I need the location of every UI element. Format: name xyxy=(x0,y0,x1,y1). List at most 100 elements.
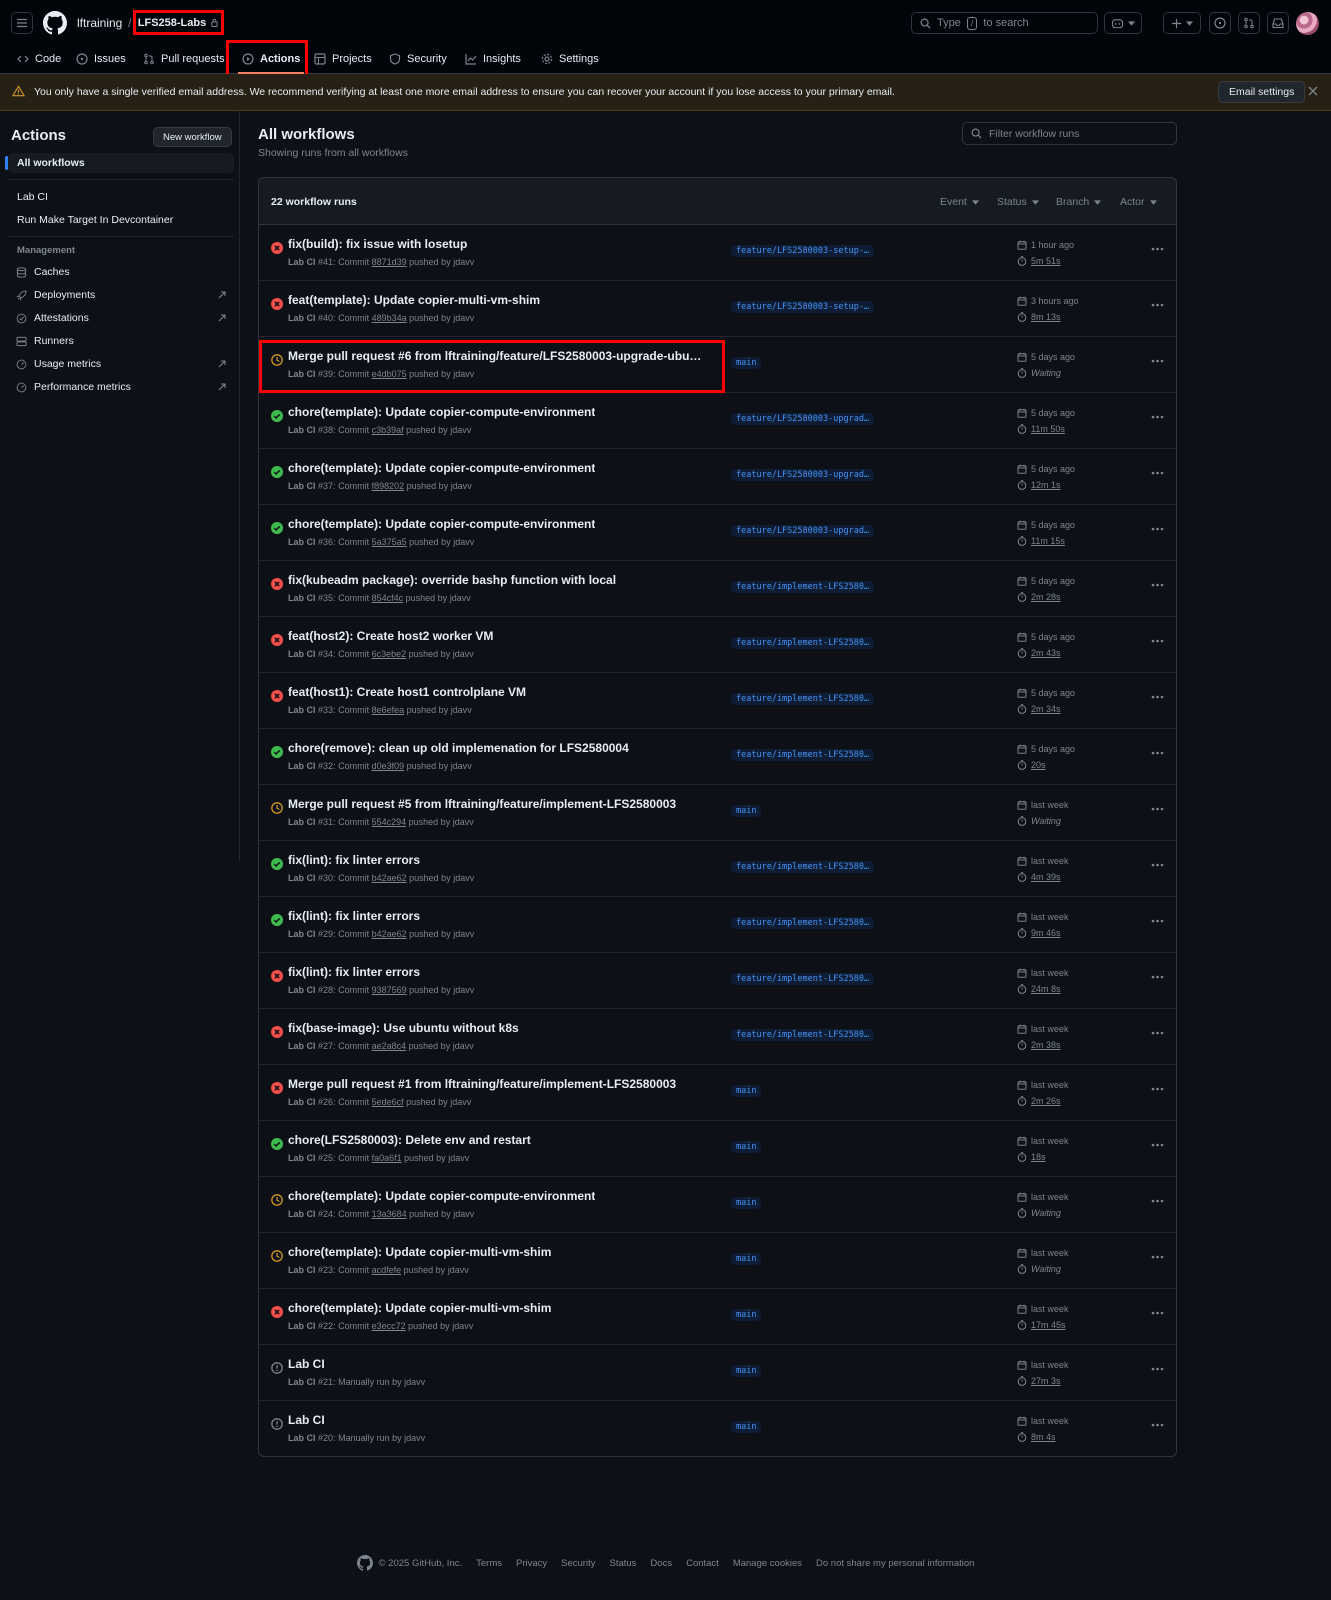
branch-label[interactable]: main xyxy=(731,1197,762,1209)
run-title-link[interactable]: chore(remove): clean up old implemenatio… xyxy=(288,741,629,755)
user-avatar[interactable] xyxy=(1296,12,1319,35)
table-row[interactable]: Merge pull request #1 from lftraining/fe… xyxy=(259,1065,1176,1121)
kebab-horizontal-icon[interactable] xyxy=(1151,1143,1164,1147)
tab-pull-requests[interactable]: Pull requests xyxy=(143,45,225,73)
branch-label[interactable]: feature/implement-LFS2580… xyxy=(731,973,875,985)
footer-link-privacy[interactable]: Privacy xyxy=(516,1558,547,1569)
run-title-link[interactable]: fix(build): fix issue with losetup xyxy=(288,237,467,251)
inbox-button[interactable] xyxy=(1267,12,1289,34)
sidebar-item-run-make-target[interactable]: Run Make Target In Devcontainer xyxy=(8,210,234,230)
branch-label[interactable]: feature/implement-LFS2580… xyxy=(731,581,875,593)
branch-label[interactable]: main xyxy=(731,1141,762,1153)
table-row[interactable]: chore(template): Update copier-multi-vm-… xyxy=(259,1289,1176,1345)
pull-requests-button[interactable] xyxy=(1238,12,1260,34)
run-title-link[interactable]: fix(lint): fix linter errors xyxy=(288,853,420,867)
run-title-link[interactable]: chore(template): Update copier-compute-e… xyxy=(288,517,595,531)
branch-label[interactable]: main xyxy=(731,1253,762,1265)
tab-issues[interactable]: Issues xyxy=(76,45,126,73)
sidebar-item-deployments[interactable]: Deployments xyxy=(16,286,226,304)
sidebar-item-all-workflows[interactable]: All workflows xyxy=(5,153,234,173)
sidebar-item-caches[interactable]: Caches xyxy=(16,263,226,281)
branch-label[interactable]: feature/implement-LFS2580… xyxy=(731,693,875,705)
footer-link-contact[interactable]: Contact xyxy=(686,1558,719,1569)
commit-sha-link[interactable]: 8e6efea xyxy=(372,705,405,715)
branch-label[interactable]: feature/LFS2580003-upgrad… xyxy=(731,469,875,481)
run-title-link[interactable]: fix(base-image): Use ubuntu without k8s xyxy=(288,1021,519,1035)
run-title-link[interactable]: feat(host2): Create host2 worker VM xyxy=(288,629,493,643)
branch-label[interactable]: main xyxy=(731,357,762,369)
kebab-horizontal-icon[interactable] xyxy=(1151,919,1164,923)
filter-workflow-runs-input[interactable]: Filter workflow runs xyxy=(962,122,1177,145)
event-filter-dropdown[interactable]: Event xyxy=(940,196,979,208)
table-row[interactable]: chore(template): Update copier-compute-e… xyxy=(259,449,1176,505)
run-title-link[interactable]: Lab CI xyxy=(288,1357,325,1371)
branch-label[interactable]: main xyxy=(731,1085,762,1097)
kebab-horizontal-icon[interactable] xyxy=(1151,1367,1164,1371)
kebab-horizontal-icon[interactable] xyxy=(1151,1311,1164,1315)
table-row[interactable]: Lab CI Lab CI #20: Manually run by jdavv m… xyxy=(259,1401,1176,1456)
commit-sha-link[interactable]: 554c294 xyxy=(372,817,407,827)
branch-label[interactable]: feature/LFS2580003-upgrad… xyxy=(731,413,875,425)
kebab-horizontal-icon[interactable] xyxy=(1151,1255,1164,1259)
commit-sha-link[interactable]: acdfefe xyxy=(372,1265,402,1275)
commit-sha-link[interactable]: d0e3f09 xyxy=(372,761,405,771)
table-row[interactable]: chore(LFS2580003): Delete env and restar… xyxy=(259,1121,1176,1177)
branch-label[interactable]: main xyxy=(731,1421,762,1433)
commit-sha-link[interactable]: f898202 xyxy=(372,481,405,491)
branch-label[interactable]: feature/implement-LFS2580… xyxy=(731,749,875,761)
kebab-horizontal-icon[interactable] xyxy=(1151,639,1164,643)
commit-sha-link[interactable]: ae2a8c4 xyxy=(372,1041,407,1051)
kebab-horizontal-icon[interactable] xyxy=(1151,1199,1164,1203)
kebab-horizontal-icon[interactable] xyxy=(1151,1423,1164,1427)
branch-label[interactable]: feature/implement-LFS2580… xyxy=(731,1029,875,1041)
table-row[interactable]: feat(host1): Create host1 controlplane V… xyxy=(259,673,1176,729)
kebab-horizontal-icon[interactable] xyxy=(1151,863,1164,867)
table-row[interactable]: chore(template): Update copier-compute-e… xyxy=(259,393,1176,449)
repo-link[interactable]: LFS258-Labs xyxy=(133,10,224,35)
kebab-horizontal-icon[interactable] xyxy=(1151,751,1164,755)
kebab-horizontal-icon[interactable] xyxy=(1151,975,1164,979)
tab-insights[interactable]: Insights xyxy=(465,45,521,73)
run-title-link[interactable]: feat(template): Update copier-multi-vm-s… xyxy=(288,293,540,307)
footer-link-status[interactable]: Status xyxy=(609,1558,636,1569)
commit-sha-link[interactable]: 489b34a xyxy=(372,313,407,323)
run-title-link[interactable]: Merge pull request #5 from lftraining/fe… xyxy=(288,797,676,811)
table-row[interactable]: feat(host2): Create host2 worker VM Lab C… xyxy=(259,617,1176,673)
commit-sha-link[interactable]: 13a3684 xyxy=(372,1209,407,1219)
run-title-link[interactable]: chore(template): Update copier-compute-e… xyxy=(288,461,595,475)
tab-security[interactable]: Security xyxy=(389,45,447,73)
close-icon[interactable] xyxy=(1308,86,1318,96)
table-row[interactable]: fix(base-image): Use ubuntu without k8s L… xyxy=(259,1009,1176,1065)
kebab-horizontal-icon[interactable] xyxy=(1151,1087,1164,1091)
commit-sha-link[interactable]: e3ecc72 xyxy=(372,1321,406,1331)
commit-sha-link[interactable]: fa0a6f1 xyxy=(372,1153,402,1163)
commit-sha-link[interactable]: 8871d39 xyxy=(372,257,407,267)
run-title-link[interactable]: chore(template): Update copier-compute-e… xyxy=(288,1189,595,1203)
new-workflow-button[interactable]: New workflow xyxy=(153,127,232,147)
copilot-button[interactable] xyxy=(1104,12,1142,34)
branch-label[interactable]: main xyxy=(731,805,762,817)
run-title-link[interactable]: chore(template): Update copier-multi-vm-… xyxy=(288,1245,551,1259)
status-filter-dropdown[interactable]: Status xyxy=(997,196,1039,208)
actor-filter-dropdown[interactable]: Actor xyxy=(1120,196,1157,208)
commit-sha-link[interactable]: b42ae62 xyxy=(372,873,407,883)
owner-link[interactable]: lftraining xyxy=(77,16,122,30)
table-row[interactable]: chore(remove): clean up old implemenatio… xyxy=(259,729,1176,785)
github-logo-icon[interactable] xyxy=(43,11,67,35)
table-row[interactable]: fix(kubeadm package): override bashp fun… xyxy=(259,561,1176,617)
tab-projects[interactable]: Projects xyxy=(314,45,372,73)
commit-sha-link[interactable]: 9387569 xyxy=(372,985,407,995)
issues-button[interactable] xyxy=(1209,12,1231,34)
run-title-link[interactable]: fix(kubeadm package): override bashp fun… xyxy=(288,573,616,587)
tab-settings[interactable]: Settings xyxy=(541,45,599,73)
run-title-link[interactable]: fix(lint): fix linter errors xyxy=(288,965,420,979)
footer-link-manage-cookies[interactable]: Manage cookies xyxy=(733,1558,802,1569)
run-title-link[interactable]: Merge pull request #1 from lftraining/fe… xyxy=(288,1077,676,1091)
email-settings-button[interactable]: Email settings xyxy=(1218,81,1306,103)
create-new-button[interactable] xyxy=(1163,12,1201,34)
branch-label[interactable]: feature/implement-LFS2580… xyxy=(731,861,875,873)
commit-sha-link[interactable]: 5ede6cf xyxy=(372,1097,404,1107)
branch-filter-dropdown[interactable]: Branch xyxy=(1056,196,1102,208)
branch-label[interactable]: main xyxy=(731,1309,762,1321)
run-title-link[interactable]: feat(host1): Create host1 controlplane V… xyxy=(288,685,526,699)
